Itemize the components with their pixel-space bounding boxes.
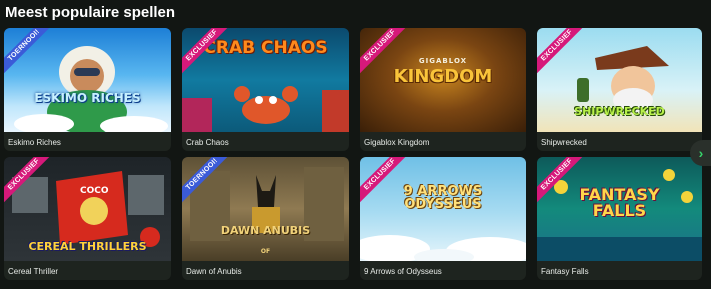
tournament-badge: TOERNOOI! [182,157,238,213]
game-card-dawn-of-anubis[interactable]: DAWN ANUBIS OF TOERNOOI! Dawn of Anubis [182,157,349,280]
tournament-badge: TOERNOOI! [4,28,60,84]
next-arrow-button[interactable]: › [690,140,711,166]
game-logo-sub: COCO [80,186,109,196]
exclusive-badge: EXCLUSIEF [537,28,593,84]
game-card-gigablox-kingdom[interactable]: GIGABLOX KINGDOM EXCLUSIEF Gigablox King… [360,28,526,151]
game-title: Cereal Thriller [8,267,59,276]
exclusive-badge: EXCLUSIEF [182,28,238,84]
game-logo: SHIPWRECKED [574,105,665,118]
exclusive-badge: EXCLUSIEF [537,157,593,213]
game-logo: CEREAL THRILLERS [28,240,147,253]
game-card-crab-chaos[interactable]: CRAB CHAOS EXCLUSIEF Crab Chaos [182,28,349,151]
game-card-eskimo-riches[interactable]: ESKIMO RICHES TOERNOOI! Eskimo Riches [4,28,171,151]
game-title: Crab Chaos [186,138,229,147]
exclusive-badge: EXCLUSIEF [4,157,60,213]
game-logo-of: OF [260,248,271,255]
game-card-cereal-thriller[interactable]: COCO CEREAL THRILLERS EXCLUSIEF Cereal T… [4,157,171,280]
game-card-fantasy-falls[interactable]: FANTASY FALLS EXCLUSIEF Fantasy Falls [537,157,702,280]
game-title: Shipwrecked [541,138,587,147]
game-title: Fantasy Falls [541,267,589,276]
games-grid: ESKIMO RICHES TOERNOOI! Eskimo Riches CR… [4,28,702,280]
game-card-9-arrows-of-odysseus[interactable]: 9 ARROWS ODYSSEUS EXCLUSIEF 9 Arrows of … [360,157,526,280]
game-logo: DAWN ANUBIS [220,224,311,237]
section-title: Meest populaire spellen [5,4,176,21]
game-title: 9 Arrows of Odysseus [364,267,442,276]
game-title: Eskimo Riches [8,138,61,147]
exclusive-badge: EXCLUSIEF [360,157,416,213]
chevron-right-icon: › [698,145,704,161]
game-title: Gigablox Kingdom [364,138,430,147]
game-logo: ESKIMO RICHES [34,91,141,105]
game-title: Dawn of Anubis [186,267,242,276]
exclusive-badge: EXCLUSIEF [360,28,416,84]
game-card-shipwrecked[interactable]: SHIPWRECKED EXCLUSIEF Shipwrecked [537,28,702,151]
